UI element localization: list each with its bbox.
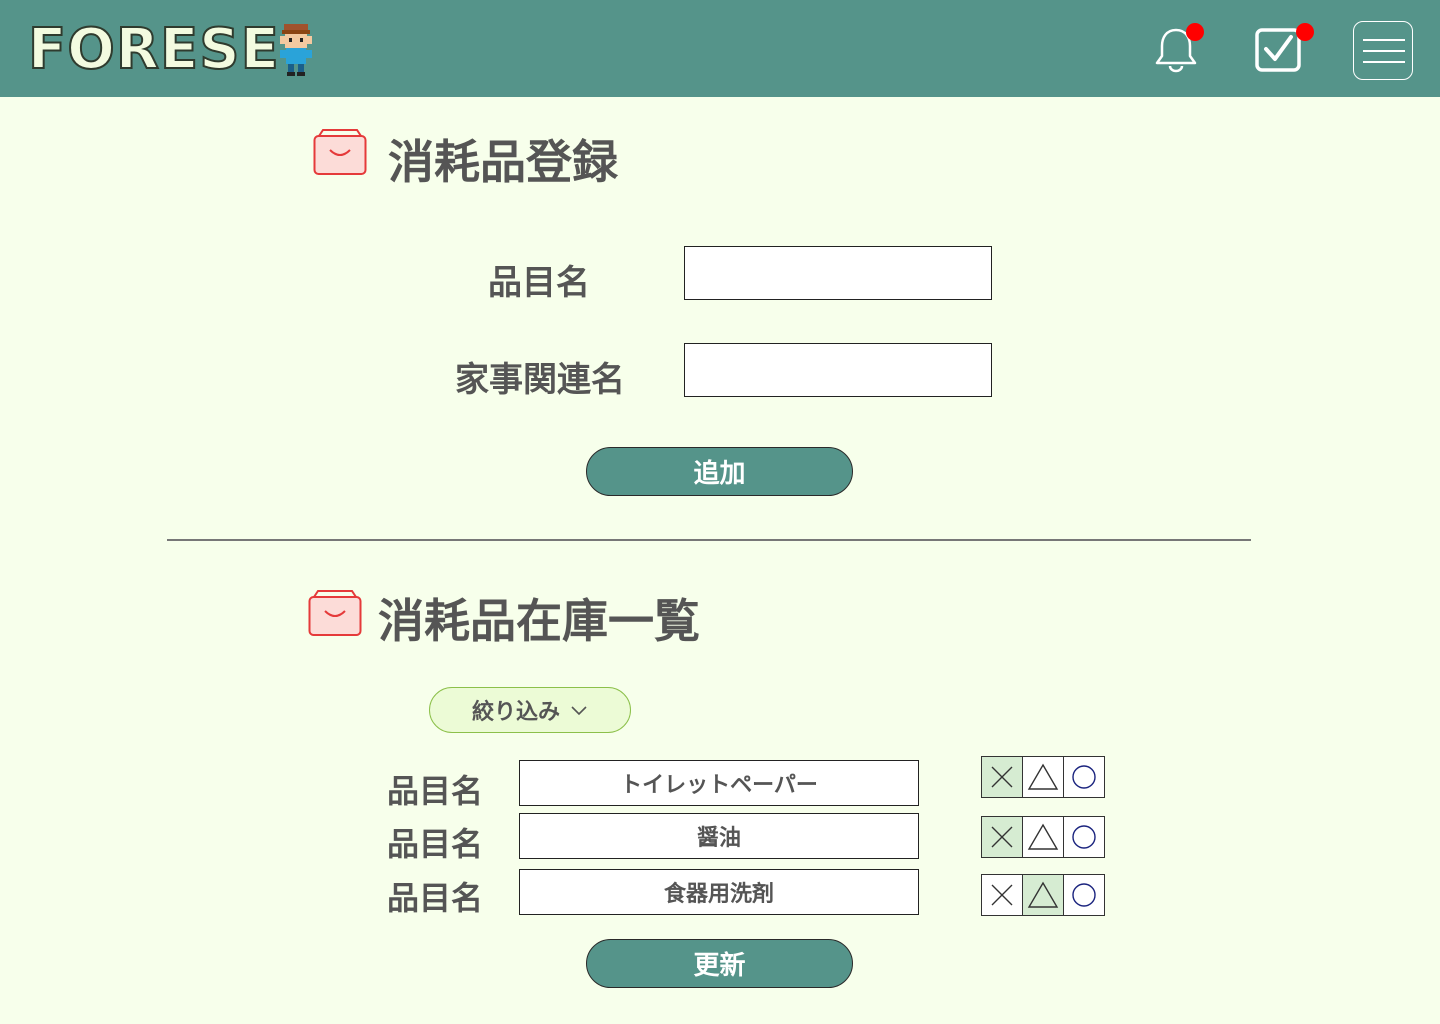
add-button[interactable]: 追加 <box>586 447 853 496</box>
status-out-button[interactable] <box>981 816 1023 858</box>
triangle-icon <box>1027 823 1059 850</box>
chore-name-label: 家事関連名 <box>455 360 625 400</box>
chevron-down-icon <box>571 706 587 716</box>
cross-icon <box>991 884 1013 906</box>
stock-status-selector <box>981 816 1106 858</box>
inventory-title: 消耗品在庫一覧 <box>378 594 700 648</box>
notification-badge <box>1186 23 1204 41</box>
shopping-bag-icon <box>308 590 362 636</box>
circle-icon <box>1072 825 1096 849</box>
status-ok-button[interactable] <box>1063 816 1105 858</box>
status-ok-button[interactable] <box>1063 874 1105 916</box>
triangle-icon <box>1027 763 1059 790</box>
status-low-button[interactable] <box>1022 874 1064 916</box>
item-name-field[interactable]: トイレットペーパー <box>519 760 919 806</box>
pixel-character-icon <box>280 24 312 76</box>
stock-status-selector <box>981 756 1106 798</box>
item-name-field[interactable]: 醤油 <box>519 813 919 859</box>
chore-name-input[interactable] <box>684 343 992 397</box>
cross-icon <box>991 826 1013 848</box>
status-low-button[interactable] <box>1022 756 1064 798</box>
register-title: 消耗品登録 <box>388 135 618 189</box>
circle-icon <box>1072 883 1096 907</box>
shopping-bag-icon <box>313 129 367 175</box>
task-check-icon[interactable] <box>1254 27 1302 73</box>
item-name-field[interactable]: 食器用洗剤 <box>519 869 919 915</box>
triangle-icon <box>1027 881 1059 908</box>
status-out-button[interactable] <box>981 874 1023 916</box>
stock-status-selector <box>981 874 1106 916</box>
row-label: 品目名 <box>387 825 484 863</box>
status-low-button[interactable] <box>1022 816 1064 858</box>
cross-icon <box>991 766 1013 788</box>
item-name-input[interactable] <box>684 246 992 300</box>
app-logo[interactable]: FORESE <box>27 17 280 83</box>
update-button[interactable]: 更新 <box>586 939 853 988</box>
status-ok-button[interactable] <box>1063 756 1105 798</box>
row-label: 品目名 <box>387 772 484 810</box>
row-label: 品目名 <box>387 879 484 917</box>
item-name-label: 品目名 <box>488 263 590 303</box>
app-header: FORESE <box>0 0 1440 97</box>
filter-dropdown[interactable]: 絞り込み <box>429 687 631 733</box>
hamburger-menu-icon[interactable] <box>1353 21 1413 80</box>
filter-label: 絞り込み <box>471 700 560 725</box>
circle-icon <box>1072 765 1096 789</box>
task-badge <box>1296 23 1314 41</box>
section-divider <box>167 539 1251 541</box>
status-out-button[interactable] <box>981 756 1023 798</box>
